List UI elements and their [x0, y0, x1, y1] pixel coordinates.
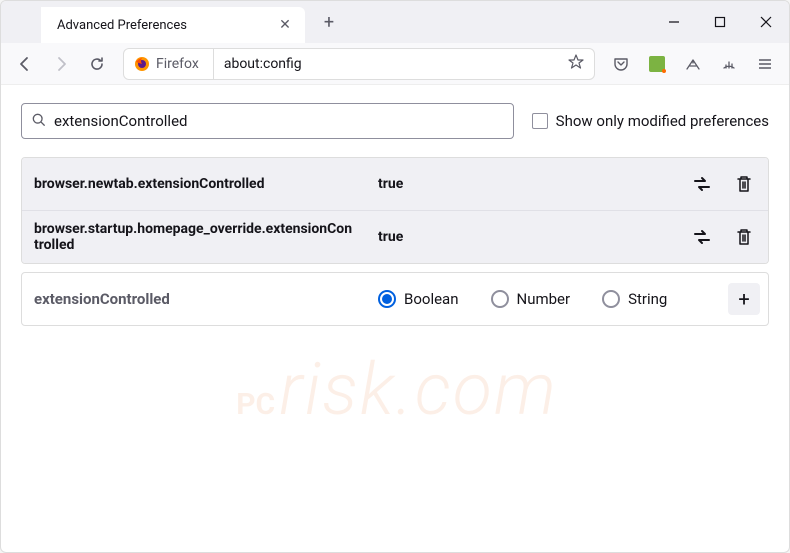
type-radio-string[interactable]: String	[602, 290, 667, 308]
account-icon[interactable]	[677, 48, 709, 80]
search-icon	[32, 112, 46, 131]
identity-label: Firefox	[156, 56, 205, 72]
protections-icon[interactable]	[713, 48, 745, 80]
back-button[interactable]	[9, 48, 41, 80]
firefox-logo-icon	[134, 56, 150, 72]
bookmark-star-icon[interactable]	[558, 54, 594, 74]
close-tab-icon[interactable]: ✕	[277, 17, 293, 33]
new-tab-button[interactable]: +	[315, 8, 343, 36]
minimize-button[interactable]	[651, 1, 697, 43]
radio-icon	[602, 290, 620, 308]
toggle-button[interactable]	[686, 168, 718, 200]
radio-label: Number	[517, 290, 571, 308]
watermark: PCrisk.com	[232, 347, 558, 432]
type-radio-number[interactable]: Number	[491, 290, 571, 308]
preference-list: browser.newtab.extensionControlled true …	[21, 157, 769, 264]
add-pref-button[interactable]: +	[728, 283, 760, 315]
show-modified-label: Show only modified preferences	[556, 112, 769, 130]
pref-name: browser.startup.homepage_override.extens…	[34, 221, 354, 253]
forward-button[interactable]	[45, 48, 77, 80]
new-pref-name: extensionControlled	[34, 290, 354, 308]
browser-tab[interactable]: Advanced Preferences ✕	[41, 7, 305, 43]
title-bar: Advanced Preferences ✕ +	[1, 1, 789, 43]
pref-row: browser.startup.homepage_override.extens…	[22, 210, 768, 263]
delete-button[interactable]	[728, 221, 760, 253]
nav-toolbar: Firefox	[1, 43, 789, 85]
maximize-button[interactable]	[697, 1, 743, 43]
toggle-button[interactable]	[686, 221, 718, 253]
app-menu-button[interactable]	[749, 48, 781, 80]
radio-icon	[378, 290, 396, 308]
type-radio-boolean[interactable]: Boolean	[378, 290, 459, 308]
pocket-icon[interactable]	[605, 48, 637, 80]
show-modified-toggle[interactable]: Show only modified preferences	[532, 112, 769, 130]
new-pref-row: extensionControlled Boolean Number Strin…	[21, 272, 769, 326]
close-window-button[interactable]	[743, 1, 789, 43]
preference-search-input[interactable]	[54, 112, 503, 130]
url-input[interactable]	[214, 56, 558, 72]
window-controls	[651, 1, 789, 43]
reload-button[interactable]	[81, 48, 113, 80]
identity-box[interactable]: Firefox	[124, 49, 214, 79]
pref-value: true	[378, 176, 662, 192]
extension-icon[interactable]	[641, 48, 673, 80]
pref-row: browser.newtab.extensionControlled true	[22, 158, 768, 210]
delete-button[interactable]	[728, 168, 760, 200]
tab-title: Advanced Preferences	[57, 18, 187, 33]
radio-label: String	[628, 290, 667, 308]
preference-search-box[interactable]	[21, 103, 514, 139]
pref-name: browser.newtab.extensionControlled	[34, 176, 354, 192]
radio-icon	[491, 290, 509, 308]
radio-label: Boolean	[404, 290, 459, 308]
checkbox-icon	[532, 113, 548, 129]
pref-value: true	[378, 229, 662, 245]
url-bar[interactable]: Firefox	[123, 48, 595, 80]
